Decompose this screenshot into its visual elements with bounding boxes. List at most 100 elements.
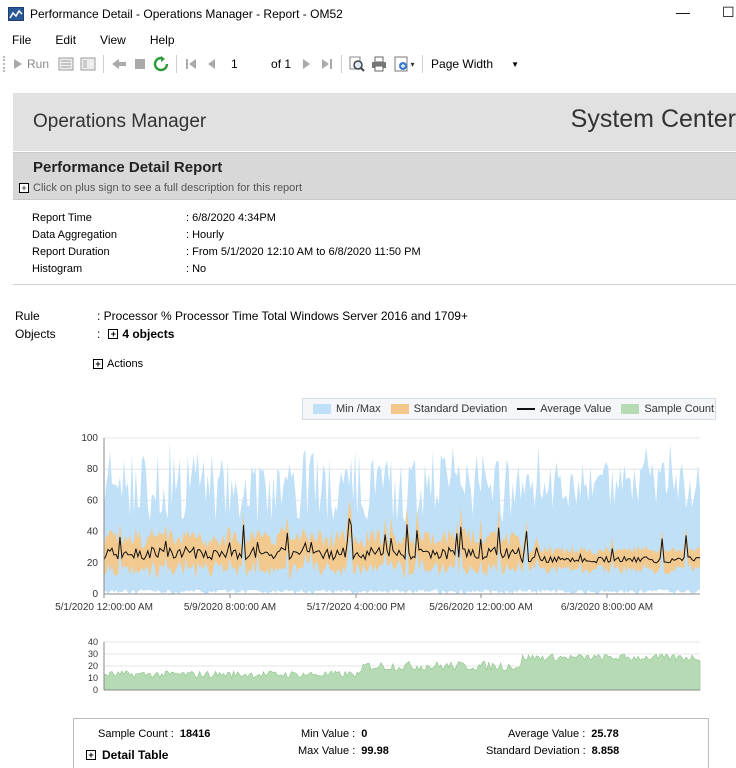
expand-plus-icon: + [19,183,29,193]
max-value-stat: Max Value : 99.98 [298,745,389,757]
performance-chart: 0 20 40 60 80 100 5/1/2020 12:00:00 AM 5/9/2020… [55,433,701,613]
page-number-input[interactable] [227,54,266,74]
param-value: : 6/8/2020 4:34PM [186,211,276,224]
refresh-icon [153,56,169,72]
stat-label: Max Value : [298,745,356,757]
run-button[interactable]: Run [13,54,49,74]
param-label: Histogram [32,262,83,275]
stop-button[interactable] [130,54,150,74]
detail-table-toggle[interactable]: + Detail Table [86,748,168,762]
stat-value: 25.78 [591,728,619,740]
rule-label: Rule [15,309,40,323]
param-row: Data Aggregation : Hourly [32,226,421,243]
printer-icon [372,56,387,72]
play-icon [14,59,22,69]
menu-file[interactable]: File [0,30,43,50]
back-arrow-icon [112,59,127,69]
description-hint: Click on plus sign to see a full descrip… [33,182,303,194]
objects-value[interactable]: 4 objects [122,327,174,341]
divider [13,284,736,285]
legend-label: Min /Max [336,403,381,415]
report-header: Operations Manager System Center [13,93,736,151]
menu-help[interactable]: Help [138,30,187,50]
description-toggle[interactable]: + Click on plus sign to see a full descr… [19,182,302,194]
x-tick-label: 5/26/2020 12:00:00 AM [429,602,532,613]
toolbar-separator [341,55,343,73]
find-button[interactable] [346,54,368,74]
window-title: Performance Detail - Operations Manager … [30,7,343,21]
x-tick-label: 6/3/2020 8:00:00 AM [561,602,653,613]
next-page-button[interactable] [297,54,317,74]
expand-objects-icon[interactable]: + [108,329,119,339]
param-value: : No [186,262,207,275]
stat-value: 0 [361,728,368,740]
objects-row: Objects : + 4 objects [15,325,468,343]
param-label: Data Aggregation [32,228,118,241]
y-tick-label: 80 [87,464,99,475]
parameters-icon [58,57,74,71]
stat-label: Min Value : [301,728,356,740]
y-tick-label: 40 [87,527,99,538]
last-page-button[interactable] [317,54,337,74]
find-icon [349,56,365,72]
first-page-icon [186,59,197,69]
legend-item: Average Value [517,403,611,415]
doc-map-button[interactable] [77,54,99,74]
y-tick-label: 10 [88,673,98,683]
y-tick-label: 60 [87,495,99,506]
export-icon [394,56,408,72]
chart-legend: Min /Max Standard Deviation Average Valu… [302,398,716,420]
param-row: Report Time : 6/8/2020 4:34PM [32,209,421,226]
objects-colon: : [97,327,101,341]
legend-label: Standard Deviation [413,403,508,415]
toolbar-separator [176,55,178,73]
rule-value: : Processor % Processor Time Total Windo… [97,309,468,323]
zoom-select[interactable]: Page Width ▼ [427,54,519,74]
y-tick-label: 30 [88,649,98,659]
menu-edit[interactable]: Edit [43,30,88,50]
actions-toggle[interactable]: + Actions [93,358,143,370]
legend-item: Sample Count [621,403,714,415]
param-label: Report Time [32,211,92,224]
parameters-button[interactable] [55,54,77,74]
sample-count-chart: 0 10 20 30 40 [88,637,701,695]
stat-value: 18416 [179,728,211,740]
report-title: Performance Detail Report [33,159,223,176]
y-tick-label: 0 [92,589,98,600]
page-count-label: of 1 [271,57,292,71]
summary-panel: Sample Count : 18416 Min Value : 0 Max V… [73,718,709,768]
refresh-button[interactable] [150,54,172,74]
legend-label: Average Value [540,403,612,415]
param-value: : Hourly [186,228,224,241]
report-parameters: Report Time : 6/8/2020 4:34PM Data Aggre… [32,209,421,277]
toolbar-grip [3,56,9,72]
y-tick-label: 40 [88,637,98,647]
back-button[interactable] [108,54,130,74]
toolbar: Run of 1 ▾ Page Width ▼ [0,52,736,76]
menu-view[interactable]: View [88,30,138,50]
print-button[interactable] [368,54,390,74]
detail-table-label: Detail Table [102,748,169,762]
stop-icon [135,59,146,69]
y-tick-label: 20 [88,661,98,671]
stat-value: 8.858 [591,745,620,757]
legend-swatch [390,404,409,414]
stat-label: Standard Deviation : [486,745,586,757]
maximize-button[interactable]: ☐ [722,4,735,21]
previous-page-button[interactable] [201,54,221,74]
legend-label: Sample Count [644,403,715,415]
minimize-button[interactable]: — [676,4,690,20]
menu-bar: File Edit View Help [0,30,187,50]
rule-row: Rule : Processor % Processor Time Total … [15,307,468,325]
param-row: Histogram : No [32,260,421,277]
x-tick-label: 5/1/2020 12:00:00 AM [55,602,153,613]
product-name: Operations Manager [33,111,207,132]
first-page-button[interactable] [181,54,201,74]
document-map-icon [80,57,96,71]
rule-block: Rule : Processor % Processor Time Total … [15,307,468,343]
expand-detail-icon: + [86,750,96,760]
y-tick-label: 100 [81,433,98,444]
stat-value: 99.98 [361,745,389,757]
next-page-icon [303,59,311,69]
export-button[interactable]: ▾ [390,54,418,74]
